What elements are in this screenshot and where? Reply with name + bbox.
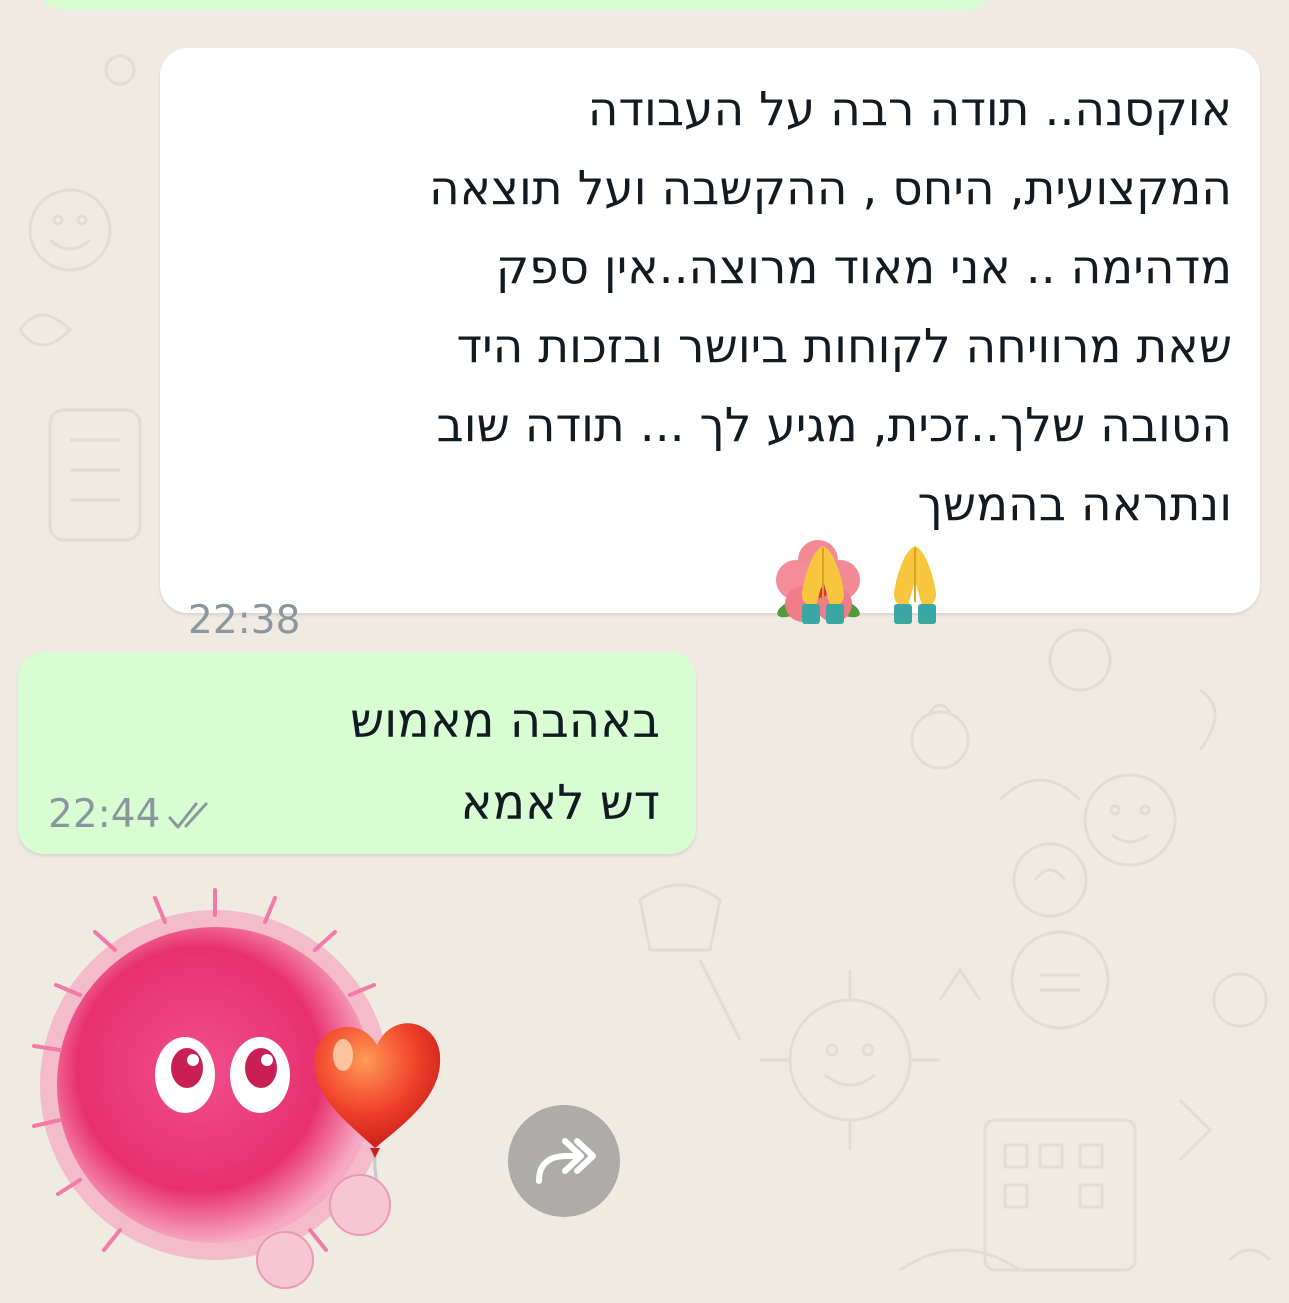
message-meta: 22:44 (48, 792, 216, 837)
double-check-icon (168, 802, 208, 828)
message-text: אוקסנה.. תודה רבה על העבודה המקצועית, הי… (428, 82, 1232, 532)
folded-hands-icon (802, 546, 844, 624)
forward-icon (536, 1138, 596, 1184)
folded-hands-icon (894, 546, 936, 624)
message-timestamp: 22:38 (188, 598, 301, 643)
message-timestamp: 22:44 (48, 792, 161, 837)
message-text: באהבה מאמוש דש לאמא (350, 693, 660, 831)
outgoing-message-bubble[interactable]: באהבה מאמוש דש לאמא 22:44 (18, 652, 696, 854)
sticker-pink-monster[interactable] (25, 880, 495, 1300)
previous-outgoing-message-edge (40, 0, 990, 10)
forward-button[interactable] (508, 1105, 620, 1217)
incoming-message-bubble[interactable]: אוקסנה.. תודה רבה על העבודה המקצועית, הי… (160, 48, 1260, 643)
